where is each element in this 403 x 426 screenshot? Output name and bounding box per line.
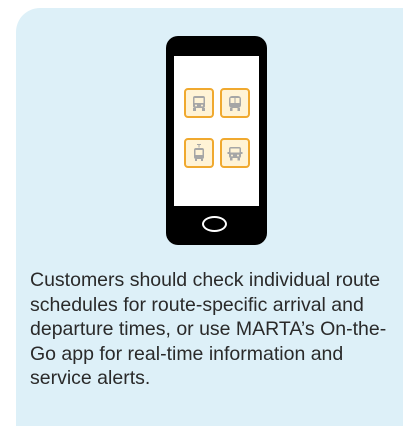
mobility-van-icon xyxy=(220,138,250,168)
phone-illustration xyxy=(166,36,267,245)
streetcar-icon xyxy=(184,138,214,168)
info-card: Customers should check individual route … xyxy=(16,8,403,426)
bus-icon xyxy=(184,88,214,118)
home-button-icon xyxy=(202,216,227,232)
phone-screen xyxy=(174,56,259,206)
caption-text: Customers should check individual route … xyxy=(30,269,387,389)
train-icon xyxy=(220,88,250,118)
